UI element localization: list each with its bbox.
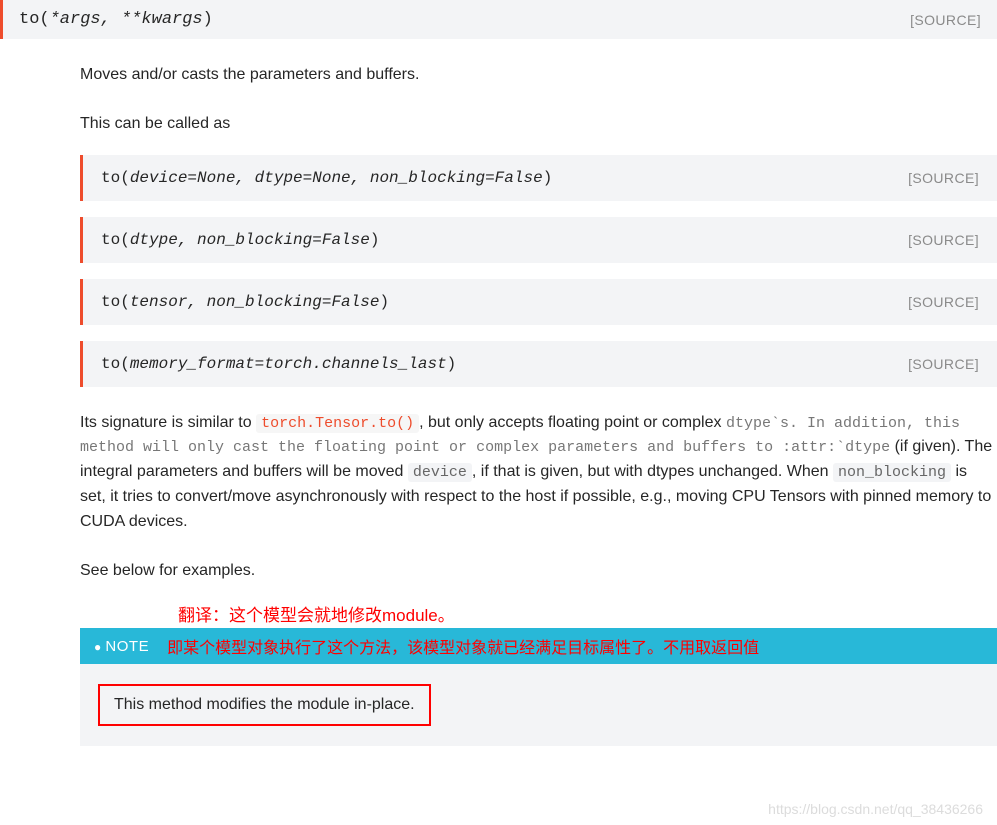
overload-text: to(memory_format=torch.channels_last) — [101, 355, 456, 373]
note-label: NOTE — [105, 638, 149, 655]
note-body-wrap: This method modifies the module in-place… — [80, 664, 997, 746]
overload-text: to(tensor, non_blocking=False) — [101, 293, 389, 311]
func-name: to — [19, 10, 39, 29]
overload-text: to(dtype, non_blocking=False) — [101, 231, 379, 249]
nonblocking-literal: non_blocking — [833, 463, 951, 482]
bullet-icon: ● — [94, 640, 101, 654]
device-literal: device — [408, 463, 472, 482]
source-link[interactable]: [SOURCE] — [910, 12, 981, 28]
main-signature: to(*args, **kwargs) — [19, 10, 213, 29]
overload-signature-2: to(dtype, non_blocking=False) [SOURCE] — [80, 217, 997, 263]
overload-text: to(device=None, dtype=None, non_blocking… — [101, 169, 552, 187]
note-header: ● NOTE 即某个模型对象执行了这个方法，该模型对象就已经满足目标属性了。不用… — [80, 628, 997, 664]
tensor-to-link[interactable]: torch.Tensor.to() — [256, 414, 419, 433]
explanation-paragraph: Its signature is similar to torch.Tensor… — [80, 411, 997, 535]
source-link[interactable]: [SOURCE] — [908, 294, 979, 310]
see-below-paragraph: See below for examples. — [80, 559, 997, 584]
note-bullet-label: ● NOTE — [94, 638, 149, 655]
main-signature-block: to(*args, **kwargs) [SOURCE] — [0, 0, 997, 39]
func-args: *args, **kwargs — [50, 10, 203, 29]
intro-paragraph-1: Moves and/or casts the parameters and bu… — [80, 63, 997, 88]
overload-signature-3: to(tensor, non_blocking=False) [SOURCE] — [80, 279, 997, 325]
translation-annotation-line1: 翻译：这个模型会就地修改module。 — [178, 601, 997, 626]
note-body-highlight: This method modifies the module in-place… — [98, 684, 431, 726]
watermark: https://blog.csdn.net/qq_38436266 — [768, 801, 983, 817]
intro-paragraph-2: This can be called as — [80, 112, 997, 137]
overload-signature-4: to(memory_format=torch.channels_last) [S… — [80, 341, 997, 387]
source-link[interactable]: [SOURCE] — [908, 170, 979, 186]
overload-signature-1: to(device=None, dtype=None, non_blocking… — [80, 155, 997, 201]
translation-annotation-line2: 即某个模型对象执行了这个方法，该模型对象就已经满足目标属性了。不用取返回值 — [167, 634, 759, 658]
source-link[interactable]: [SOURCE] — [908, 232, 979, 248]
doc-body: Moves and/or casts the parameters and bu… — [0, 63, 997, 746]
source-link[interactable]: [SOURCE] — [908, 356, 979, 372]
